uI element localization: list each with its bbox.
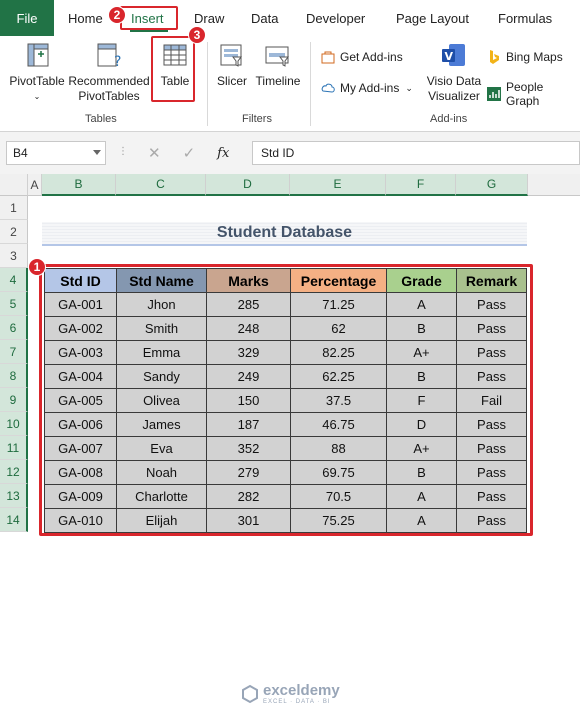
row-header-5[interactable]: 5 [0, 292, 28, 316]
group-label-filters: Filters [242, 113, 272, 125]
column-header-g[interactable]: G [456, 174, 528, 196]
sheet-title[interactable]: Student Database [42, 222, 527, 246]
ribbon-separator [207, 42, 208, 126]
watermark-name: exceldemy [263, 682, 340, 699]
people-graph-icon [486, 87, 501, 101]
get-addins-label: Get Add-ins [340, 50, 403, 64]
watermark-icon [242, 684, 258, 703]
tab-file[interactable]: File [0, 0, 54, 36]
slicer-icon [220, 44, 242, 67]
visio-label-2: Visualizer [428, 89, 480, 103]
group-label-tables: Tables [85, 113, 117, 125]
column-header-a[interactable]: A [28, 174, 42, 196]
ribbon-separator [310, 42, 311, 126]
timeline-label: Timeline [255, 74, 301, 88]
row-header-2[interactable]: 2 [0, 220, 28, 244]
recommended-pivottables-icon: ? [97, 43, 121, 70]
my-addins-label: My Add-ins [340, 81, 400, 95]
row-header-10[interactable]: 10 [0, 412, 28, 436]
timeline-button[interactable]: Timeline [253, 40, 303, 89]
row-header-12[interactable]: 12 [0, 460, 28, 484]
tab-page-layout[interactable]: Page Layout [396, 0, 469, 36]
name-box[interactable]: B4 [6, 141, 106, 165]
formula-bar: B4 ⋮ ✕ ✓ fx Std ID [0, 132, 580, 174]
get-addins-button[interactable]: Get Add-ins [320, 49, 403, 65]
bing-icon [490, 50, 499, 64]
column-header-empty [528, 174, 580, 196]
row-header-3[interactable]: 3 [0, 244, 28, 268]
select-all-corner[interactable] [0, 174, 28, 196]
insert-tab-highlight [120, 6, 178, 30]
column-header-f[interactable]: F [386, 174, 456, 196]
column-header-b[interactable]: B [42, 174, 116, 196]
cancel-icon[interactable]: ✕ [148, 144, 161, 162]
formula-controls: ✕ ✓ fx [136, 141, 246, 165]
row-header-1[interactable]: 1 [0, 196, 28, 220]
table-button-highlight [151, 36, 195, 102]
people-graph-label: People Graph [505, 80, 544, 108]
recommended-pivottables-button[interactable]: ? Recommended PivotTables [68, 40, 150, 104]
visio-label-1: Visio Data [426, 74, 482, 88]
column-header-c[interactable]: C [116, 174, 206, 196]
name-box-value: B4 [13, 146, 28, 160]
watermark-tagline: EXCEL · DATA · BI [263, 699, 331, 705]
visio-icon: V [442, 44, 465, 66]
people-graph-button[interactable]: People Graph [486, 80, 580, 108]
visio-data-visualizer-button[interactable]: V Visio Data Visualizer [424, 40, 484, 104]
ribbon-tabs: File Home Insert Draw Data Developer Pag… [0, 0, 580, 36]
row-header-11[interactable]: 11 [0, 436, 28, 460]
row-header-13[interactable]: 13 [0, 484, 28, 508]
tab-data[interactable]: Data [251, 0, 278, 36]
step-badge-2: 2 [108, 6, 126, 24]
column-header-e[interactable]: E [290, 174, 386, 196]
bing-maps-button[interactable]: Bing Maps [486, 49, 563, 65]
row-header-8[interactable]: 8 [0, 364, 28, 388]
svg-text:V: V [445, 50, 454, 63]
tab-developer[interactable]: Developer [306, 0, 365, 36]
chevron-down-icon: ⌄ [33, 92, 41, 101]
row-header-7[interactable]: 7 [0, 340, 28, 364]
enter-icon[interactable]: ✓ [183, 144, 196, 162]
step-badge-3: 3 [188, 26, 206, 44]
worksheet-grid: A B C D E F G 1 2 3 4 5 6 7 8 9 10 11 12… [0, 174, 580, 705]
addins-icon [321, 83, 335, 93]
recommended-pivottables-label-2: PivotTables [78, 89, 140, 103]
table-range-highlight [39, 264, 533, 536]
insert-function-icon[interactable]: fx [217, 146, 229, 161]
chevron-down-icon: ⌄ [405, 82, 413, 93]
column-header-d[interactable]: D [206, 174, 290, 196]
row-header-14[interactable]: 14 [0, 508, 28, 532]
tab-formulas[interactable]: Formulas [498, 0, 552, 36]
recommended-pivottables-label-1: Recommended [68, 74, 150, 88]
formula-bar-grip-icon: ⋮ [118, 146, 128, 157]
svg-text:?: ? [114, 54, 121, 70]
tab-home[interactable]: Home [68, 0, 103, 36]
bing-maps-label: Bing Maps [506, 50, 563, 64]
ribbon: PivotTable ⌄ ? Recommended PivotTables T… [0, 36, 580, 132]
pivottable-icon [27, 43, 49, 67]
group-label-addins: Add-ins [430, 113, 468, 125]
row-header-4[interactable]: 4 [0, 268, 28, 292]
my-addins-button[interactable]: My Add-ins ⌄ [320, 80, 413, 96]
step-badge-1: 1 [28, 258, 46, 276]
chevron-down-icon[interactable] [93, 150, 101, 155]
store-icon [321, 51, 335, 64]
watermark-logo: exceldemy EXCEL · DATA · BI [240, 682, 340, 705]
pivottable-label: PivotTable [9, 74, 65, 88]
pivottable-button[interactable]: PivotTable ⌄ [8, 40, 66, 104]
slicer-label: Slicer [216, 74, 247, 88]
formula-input[interactable]: Std ID [252, 141, 580, 165]
timeline-icon [265, 46, 289, 67]
row-header-9[interactable]: 9 [0, 388, 28, 412]
row-header-6[interactable]: 6 [0, 316, 28, 340]
slicer-button[interactable]: Slicer [214, 40, 250, 89]
